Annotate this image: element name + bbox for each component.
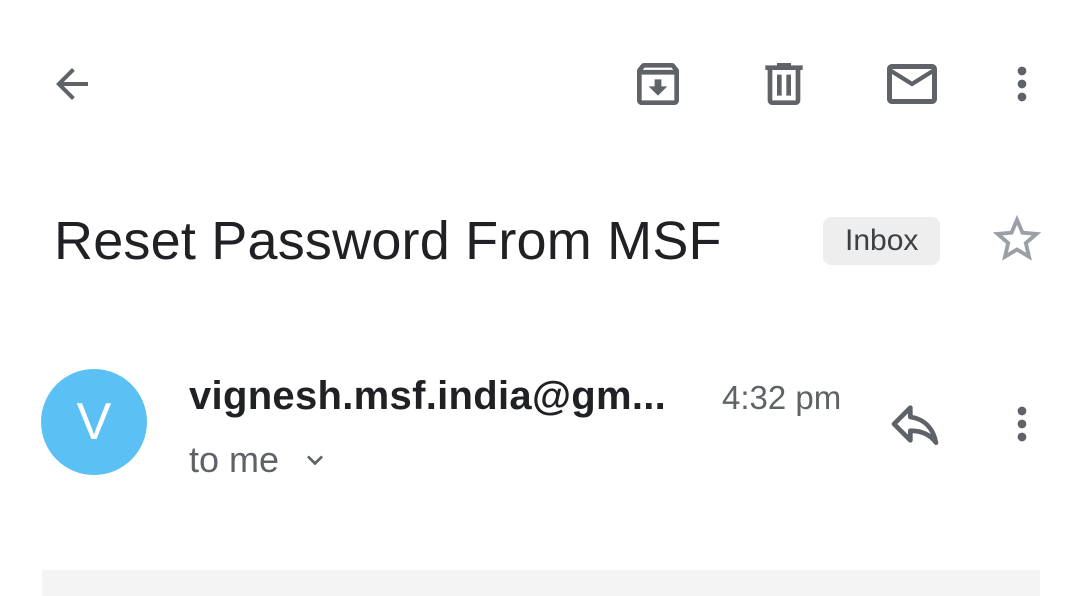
email-subject: Reset Password From MSF [54, 211, 722, 271]
archive-button[interactable] [624, 50, 692, 118]
more-options-button[interactable] [994, 50, 1050, 118]
reply-button[interactable] [880, 392, 950, 456]
chevron-down-icon [299, 444, 331, 476]
more-vert-icon [1017, 406, 1027, 442]
archive-icon [637, 63, 679, 105]
mail-icon [887, 64, 937, 104]
sender-address[interactable]: vignesh.msf.india@gm... [189, 370, 666, 422]
more-vert-icon [1017, 66, 1027, 102]
recipient-text: to me [189, 439, 280, 480]
sender-avatar[interactable]: V [41, 369, 147, 475]
delete-icon [765, 63, 803, 105]
email-body-card [42, 570, 1040, 596]
email-view: Reset Password From MSF Inbox V vignesh.… [0, 0, 1080, 596]
message-more-options-button[interactable] [994, 390, 1050, 458]
recipient-details-toggle[interactable]: to me [189, 437, 331, 483]
arrow-back-icon [56, 68, 88, 100]
star-outline-icon [992, 214, 1042, 261]
mark-unread-button[interactable] [878, 50, 946, 118]
reply-icon [891, 405, 939, 445]
inbox-label-badge[interactable]: Inbox [823, 217, 941, 265]
email-time: 4:32 pm [722, 379, 842, 416]
back-button[interactable] [36, 52, 108, 116]
delete-button[interactable] [750, 50, 818, 118]
star-button[interactable] [982, 206, 1052, 272]
